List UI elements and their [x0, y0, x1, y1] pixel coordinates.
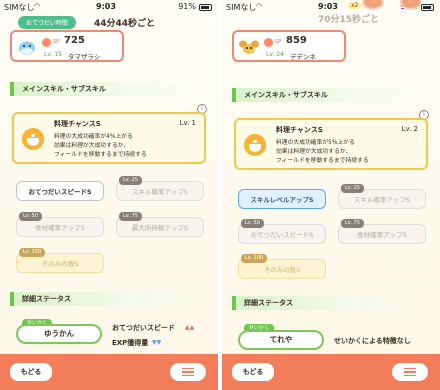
nature-note: せいかくによる特徴なし [334, 337, 411, 345]
section-header-details: 詳細ステータス [10, 292, 206, 306]
subskill-3-level-tag: Lv. 50 [19, 212, 42, 221]
bottom-bar: もどる [222, 354, 440, 390]
main-skill-card[interactable]: 料理チャンスS Lv. 1 料理の大成功確率が4%上がる 効果は料理が大成功する… [12, 112, 206, 164]
carrier-label: SIMなし [226, 3, 257, 12]
subskill-4-level-tag: Lv. 75 [119, 212, 142, 221]
menu-icon [182, 368, 194, 376]
effect-down-label: EXP獲得量 [112, 339, 149, 347]
wifi-icon: ◠ [34, 2, 41, 10]
clock: 9:03 [318, 2, 338, 11]
battery-icon [199, 4, 212, 11]
section-header-details: 詳細ステータス [232, 296, 428, 310]
sp-label: SP [53, 39, 60, 45]
bottom-bar: もどる [0, 354, 218, 390]
sp-icon [264, 38, 273, 47]
wifi-icon: ◠ [256, 2, 263, 10]
helper-name: タマザラシ [68, 53, 101, 61]
nature-pill[interactable]: ゆうかん [16, 324, 102, 344]
main-skill-level: Lv. 2 [401, 125, 418, 133]
subskill-2-level-tag: Lv. 25 [341, 184, 364, 193]
cooking-pot-icon [22, 128, 44, 150]
main-skill-level: Lv. 1 [179, 119, 196, 127]
tamazarashi-icon [19, 41, 35, 55]
clock: 9:03 [96, 2, 116, 11]
help-interval: 70分15秒ごと [318, 15, 380, 25]
helper-detail-screen-right: SIMなし ◠ 9:03 91% x2 70分15秒ごと SP 859 Lv. … [222, 0, 440, 390]
subskill-3-level-tag: Lv. 50 [241, 219, 264, 228]
menu-button[interactable] [170, 363, 206, 381]
helper-detail-screen-left: SIMなし ◠ 9:03 91% おてつだい時間 44分44秒ごと SP 725… [0, 0, 218, 390]
subskill-4-level-tag: Lv. 75 [341, 219, 364, 228]
subskill-2-level-tag: Lv. 25 [119, 176, 142, 185]
nature-pill[interactable]: てれや [238, 330, 324, 350]
subskill-5-level-tag: Lv. 100 [19, 248, 46, 257]
menu-button[interactable] [392, 363, 428, 381]
status-bar: SIMなし ◠ 9:03 91% [0, 0, 218, 14]
main-skill-card[interactable]: 料理チャンスS Lv. 2 料理の大成功確率が5%上がる 効果は料理が大成功する… [234, 118, 428, 170]
down-arrow-icon: ▼▼ [152, 339, 162, 346]
battery-icon [421, 4, 434, 11]
carrier-label: SIMなし [4, 3, 35, 12]
back-button[interactable]: もどる [232, 363, 274, 381]
helper-card[interactable]: SP 725 Lv. 15 タマザラシ [10, 30, 124, 62]
subskill-1[interactable]: おてつだいスピードS [16, 181, 104, 201]
menu-icon [404, 368, 416, 376]
help-interval: 44分44秒ごと [94, 19, 156, 29]
sp-value: 725 [64, 35, 85, 46]
battery-percent: 91% [178, 2, 196, 11]
help-time-tag: おてつだい時間 [18, 16, 76, 29]
multiplier-badge: x2 [348, 2, 362, 9]
subskill-1[interactable]: スキルレベルアップS [238, 189, 326, 209]
sp-label: SP [275, 39, 282, 45]
effect-up-label: おてつだいスピード [112, 324, 175, 332]
main-skill-description: 料理の大成功確率が4%上がる 効果は料理が大成功するか、 フィールドを移動するま… [54, 134, 147, 158]
main-skill-description: 料理の大成功確率が5%上がる 効果は料理が大成功するか、 フィールドを移動するま… [276, 140, 369, 164]
helper-level: Lv. 15 [44, 51, 62, 58]
back-button[interactable]: もどる [10, 363, 52, 381]
up-arrow-icon: ▲▲ [185, 324, 195, 331]
helper-level: Lv. 24 [266, 51, 284, 58]
dedenne-icon [239, 40, 259, 54]
main-skill-name: 料理チャンスS [276, 126, 323, 134]
subskill-5-level-tag: Lv. 100 [241, 254, 268, 263]
sp-value: 859 [286, 35, 307, 46]
sp-icon [42, 38, 51, 47]
section-header-skills: メインスキル・サブスキル [10, 82, 206, 96]
cooking-pot-icon [244, 134, 266, 156]
helper-card[interactable]: SP 859 Lv. 24 デデンネ [232, 30, 346, 62]
section-header-skills: メインスキル・サブスキル [232, 88, 428, 102]
main-skill-name: 料理チャンスS [54, 120, 101, 128]
helper-name: デデンネ [290, 53, 316, 61]
